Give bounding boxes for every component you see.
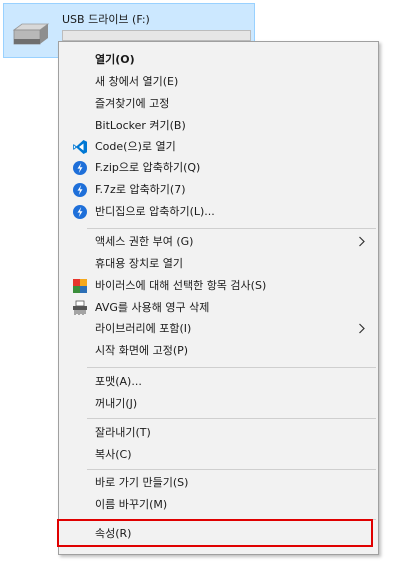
- menu-item-avg-shred[interactable]: AVG를 사용해 영구 삭제: [59, 297, 378, 318]
- menu-separator: [87, 228, 376, 229]
- bandizip-icon: [72, 204, 88, 220]
- menu-item-label: F.7z로 압축하기(7): [95, 183, 186, 196]
- vscode-icon: [72, 139, 88, 155]
- menu-item-label: 이름 바꾸기(M): [95, 498, 168, 511]
- menu-item-label: 복사(C): [95, 448, 132, 461]
- menu-item-label: 휴대용 장치로 열기: [95, 257, 183, 270]
- menu-item-copy[interactable]: 복사(C): [59, 444, 378, 465]
- menu-separator: [87, 469, 376, 470]
- bandizip-icon: [72, 182, 88, 198]
- menu-item-create-shortcut[interactable]: 바로 가기 만들기(S): [59, 472, 378, 493]
- menu-item-pin-start[interactable]: 시작 화면에 고정(P): [59, 340, 378, 361]
- chevron-right-icon: [359, 236, 365, 247]
- menu-item-label: 반디집으로 압축하기(L)...: [95, 205, 215, 218]
- menu-item-bitlocker[interactable]: BitLocker 켜기(B): [59, 115, 378, 136]
- menu-item-format[interactable]: 포맷(A)...: [59, 371, 378, 392]
- menu-item-label: F.zip으로 압축하기(Q): [95, 161, 201, 174]
- drive-title: USB 드라이브 (F:): [62, 13, 150, 26]
- menu-item-avg-scan[interactable]: 바이러스에 대해 선택한 항목 검사(S): [59, 275, 378, 296]
- menu-item-label: 바이러스에 대해 선택한 항목 검사(S): [95, 279, 267, 292]
- menu-item-label: 바로 가기 만들기(S): [95, 476, 189, 489]
- menu-item-pin-quick-access[interactable]: 즐겨찾기에 고정: [59, 93, 378, 114]
- menu-item-give-access[interactable]: 액세스 권한 부여 (G): [59, 231, 378, 252]
- menu-item-label: 액세스 권한 부여 (G): [95, 235, 194, 248]
- usb-drive-icon: [12, 23, 50, 45]
- drive-usage-bar: [62, 30, 251, 41]
- menu-item-label: 꺼내기(J): [95, 397, 138, 410]
- menu-item-label: 열기(O): [95, 53, 135, 66]
- menu-item-open[interactable]: 열기(O): [59, 49, 378, 70]
- menu-item-include-library[interactable]: 라이브러리에 포함(I): [59, 318, 378, 339]
- menu-item-label: 즐겨찾기에 고정: [95, 97, 170, 110]
- avg-shredder-icon: [72, 300, 88, 316]
- menu-item-rename[interactable]: 이름 바꾸기(M): [59, 494, 378, 515]
- menu-item-label: Code(으)로 열기: [95, 140, 176, 153]
- menu-item-label: 잘라내기(T): [95, 426, 151, 439]
- context-menu: 열기(O) 새 창에서 열기(E) 즐겨찾기에 고정 BitLocker 켜기(…: [58, 41, 379, 555]
- menu-item-cut[interactable]: 잘라내기(T): [59, 422, 378, 443]
- menu-item-label: 라이브러리에 포함(I): [95, 322, 192, 335]
- menu-item-open-with-code[interactable]: Code(으)로 열기: [59, 136, 378, 157]
- menu-item-compress-bandizip[interactable]: 반디집으로 압축하기(L)...: [59, 201, 378, 222]
- menu-separator: [87, 367, 376, 368]
- menu-item-open-new-window[interactable]: 새 창에서 열기(E): [59, 71, 378, 92]
- menu-item-label: 새 창에서 열기(E): [95, 75, 179, 88]
- menu-item-label: 시작 화면에 고정(P): [95, 344, 189, 357]
- menu-item-open-portable-device[interactable]: 휴대용 장치로 열기: [59, 253, 378, 274]
- menu-item-label: BitLocker 켜기(B): [95, 119, 186, 132]
- menu-item-label: 포맷(A)...: [95, 375, 142, 388]
- menu-item-compress-7z[interactable]: F.7z로 압축하기(7): [59, 179, 378, 200]
- menu-separator: [87, 418, 376, 419]
- avg-icon: [72, 278, 88, 294]
- chevron-right-icon: [359, 323, 365, 334]
- bandizip-icon: [72, 160, 88, 176]
- menu-item-compress-zip[interactable]: F.zip으로 압축하기(Q): [59, 157, 378, 178]
- menu-item-label: AVG를 사용해 영구 삭제: [95, 301, 210, 314]
- properties-highlight-box: [57, 519, 373, 547]
- menu-item-eject[interactable]: 꺼내기(J): [59, 393, 378, 414]
